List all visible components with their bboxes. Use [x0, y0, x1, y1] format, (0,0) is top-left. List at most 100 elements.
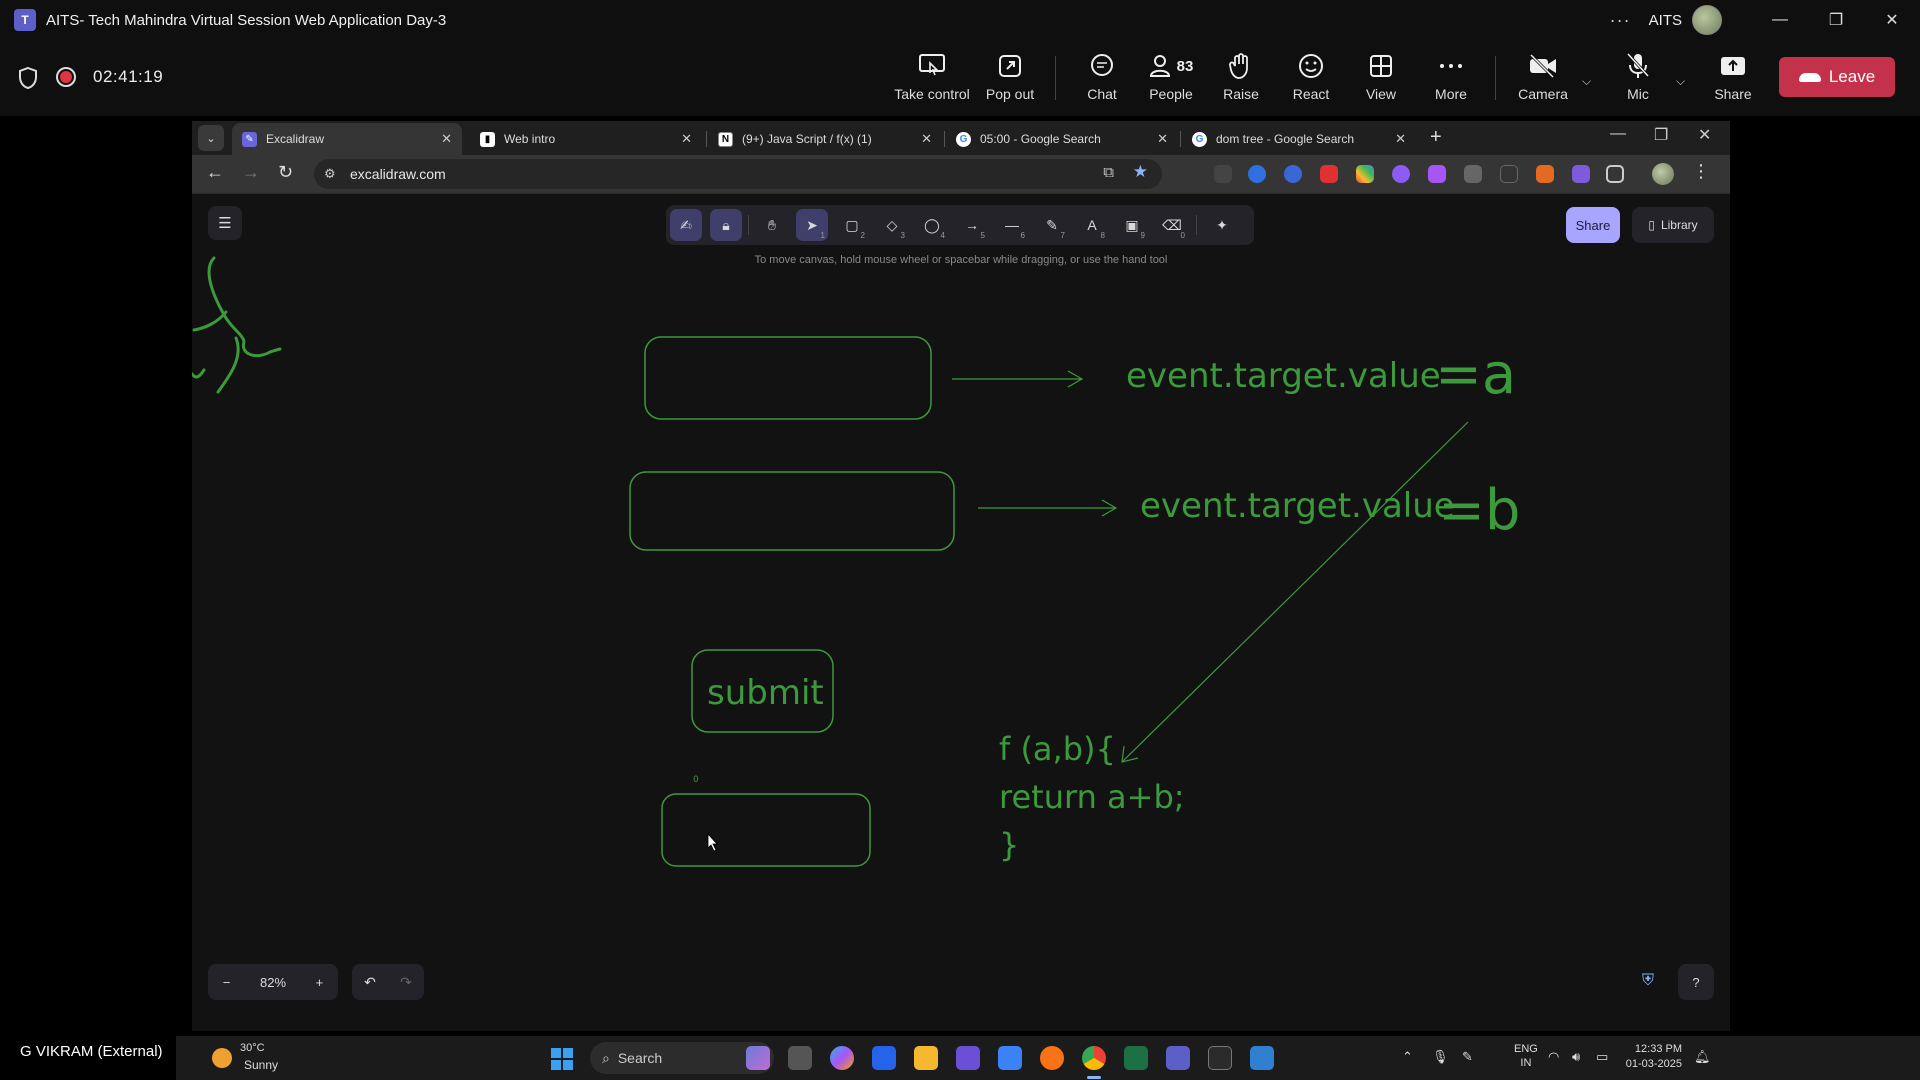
diamond-tool-icon[interactable]: ◇ 3	[876, 209, 908, 241]
eraser-tool-icon[interactable]: ⌫ 0	[1156, 209, 1188, 241]
profile-avatar[interactable]	[1652, 163, 1674, 185]
image-tool-icon[interactable]: ▣ 9	[1116, 209, 1148, 241]
close-tab-icon[interactable]: ✕	[921, 131, 932, 147]
chat-button[interactable]: Chat	[1067, 50, 1137, 110]
hand-tool-icon[interactable]: ✋︎	[756, 209, 788, 241]
excel-icon[interactable]	[1124, 1046, 1148, 1070]
leave-button[interactable]: Leave	[1779, 57, 1895, 97]
browser-minimize-icon[interactable]: —	[1610, 125, 1626, 143]
zoom-in-icon[interactable]: +	[316, 975, 324, 990]
more-options-icon[interactable]: ···	[1610, 10, 1631, 31]
ellipse-tool-icon[interactable]: ◯ 4	[916, 209, 948, 241]
help-icon[interactable]: ?	[1678, 964, 1714, 1000]
restore-icon[interactable]: ❐	[1808, 0, 1864, 40]
microphone-icon[interactable]: 🎙︎	[1432, 1049, 1449, 1065]
draw-tool-icon[interactable]: ✎ 7	[1036, 209, 1068, 241]
camera-button[interactable]: Camera	[1508, 50, 1578, 110]
arrow-tool-icon[interactable]: → 5	[956, 209, 988, 241]
tab-search-chevron-icon[interactable]: ⌄	[198, 125, 224, 151]
reload-icon[interactable]: ↻	[278, 162, 293, 183]
new-tab-plus-icon[interactable]: +	[1430, 126, 1442, 149]
weather-condition[interactable]: Sunny	[244, 1058, 278, 1072]
bookmark-star-icon[interactable]: ★	[1133, 162, 1148, 182]
pen-mode-icon[interactable]: ✍	[670, 209, 702, 241]
extension-icon[interactable]	[1248, 165, 1266, 183]
weather-temperature[interactable]: 30°C	[240, 1042, 265, 1054]
store-icon[interactable]	[872, 1046, 896, 1070]
metamask-icon[interactable]	[1536, 165, 1554, 183]
site-settings-icon[interactable]: ⚙	[324, 166, 336, 182]
minimize-icon[interactable]: —	[1752, 0, 1808, 40]
view-button[interactable]: View	[1346, 50, 1416, 110]
chrome-icon[interactable]	[1082, 1046, 1106, 1070]
input-language[interactable]: ENG IN	[1514, 1042, 1538, 1070]
whiteboard-drawing[interactable]: event.target.value =a event.target.value…	[192, 194, 1730, 1032]
system-clock[interactable]: 12:33 PM 01-03-2025	[1606, 1042, 1682, 1072]
extension-icon[interactable]	[1214, 165, 1232, 183]
library-button[interactable]: ▯ Library	[1632, 207, 1714, 243]
rectangle-tool-icon[interactable]: ▢ 2	[836, 209, 868, 241]
hamburger-menu-icon[interactable]: ☰	[208, 206, 242, 240]
close-tab-icon[interactable]: ✕	[681, 131, 692, 147]
tab-google-search-timer[interactable]: G 05:00 - Google Search ✕	[946, 123, 1178, 155]
sun-icon[interactable]	[212, 1048, 232, 1068]
pen-icon[interactable]: ✎	[1462, 1049, 1473, 1065]
widgets-icon[interactable]	[746, 1046, 770, 1070]
windows-start-icon[interactable]	[551, 1048, 573, 1070]
forward-arrow-icon[interactable]: →	[242, 162, 260, 183]
people-button[interactable]: 83 People	[1136, 50, 1206, 110]
close-icon[interactable]: ✕	[1864, 0, 1920, 40]
task-view-icon[interactable]	[788, 1046, 812, 1070]
address-bar[interactable]: ⚙ excalidraw.com ⧉ ★	[314, 159, 1162, 189]
more-button[interactable]: More	[1416, 50, 1486, 110]
tab-java-script[interactable]: N (9+) Java Script / f(x) (1) ✕	[708, 123, 942, 155]
file-explorer-icon[interactable]	[914, 1046, 938, 1070]
browser-close-icon[interactable]: ✕	[1698, 125, 1711, 145]
notification-bell-icon[interactable]: 🔔︎	[1694, 1049, 1711, 1065]
teams-icon[interactable]	[1166, 1046, 1190, 1070]
wifi-icon[interactable]: ◠	[1548, 1049, 1559, 1065]
text-tool-icon[interactable]: A8	[1076, 209, 1108, 241]
tab-dom-tree[interactable]: G dom tree - Google Search ✕	[1182, 123, 1416, 155]
account-avatar[interactable]	[1692, 5, 1722, 35]
extension-icon[interactable]	[1392, 165, 1410, 183]
encryption-shield-icon[interactable]: ⛨	[1642, 972, 1664, 994]
extension-icon[interactable]	[1428, 165, 1446, 183]
extension-icon[interactable]	[1500, 165, 1518, 183]
adblock-icon[interactable]	[1320, 165, 1338, 183]
close-tab-icon[interactable]: ✕	[1395, 131, 1406, 147]
zoom-level[interactable]: 82%	[260, 975, 286, 990]
selection-tool-icon[interactable]: ➤ 1	[796, 209, 828, 241]
redo-icon[interactable]: ↷	[400, 974, 412, 991]
show-hidden-icons-chevron-icon[interactable]: ⌃	[1402, 1049, 1413, 1065]
react-button[interactable]: React	[1276, 50, 1346, 110]
extension-icon[interactable]	[1572, 165, 1590, 183]
close-tab-icon[interactable]: ✕	[1157, 131, 1168, 147]
zoom-out-icon[interactable]: −	[223, 975, 231, 990]
close-tab-icon[interactable]: ✕	[441, 131, 452, 147]
browser-menu-icon[interactable]: ⋮	[1692, 161, 1710, 182]
line-tool-icon[interactable]: —6	[996, 209, 1028, 241]
excalidraw-share-button[interactable]: Share	[1566, 207, 1620, 243]
extensions-puzzle-icon[interactable]	[1606, 165, 1624, 183]
app-icon[interactable]	[998, 1046, 1022, 1070]
tab-excalidraw[interactable]: ✎ Excalidraw ✕	[232, 123, 462, 155]
volume-icon[interactable]: 🔊︎	[1572, 1049, 1580, 1065]
extension-icon[interactable]	[1284, 165, 1302, 183]
vscode-icon[interactable]	[1250, 1046, 1274, 1070]
firefox-icon[interactable]	[1040, 1046, 1064, 1070]
take-control-button[interactable]: Take control	[894, 50, 970, 110]
app-icon[interactable]	[956, 1046, 980, 1070]
mic-button[interactable]: Mic	[1603, 50, 1673, 110]
extension-icon[interactable]	[1356, 165, 1374, 183]
lock-icon[interactable]: 🔒︎	[710, 209, 742, 241]
pop-out-button[interactable]: Pop out	[975, 50, 1045, 110]
terminal-icon[interactable]	[1208, 1046, 1232, 1070]
excalidraw-canvas[interactable]: event.target.value =a event.target.value…	[192, 193, 1730, 1031]
browser-restore-icon[interactable]: ❐	[1654, 125, 1668, 145]
share-screen-button[interactable]: Share	[1698, 50, 1768, 110]
extension-icon[interactable]	[1464, 165, 1482, 183]
copilot-icon[interactable]	[830, 1046, 854, 1070]
camera-options-chevron-icon[interactable]: ⌵	[1582, 74, 1591, 89]
back-arrow-icon[interactable]: ←	[206, 162, 224, 183]
